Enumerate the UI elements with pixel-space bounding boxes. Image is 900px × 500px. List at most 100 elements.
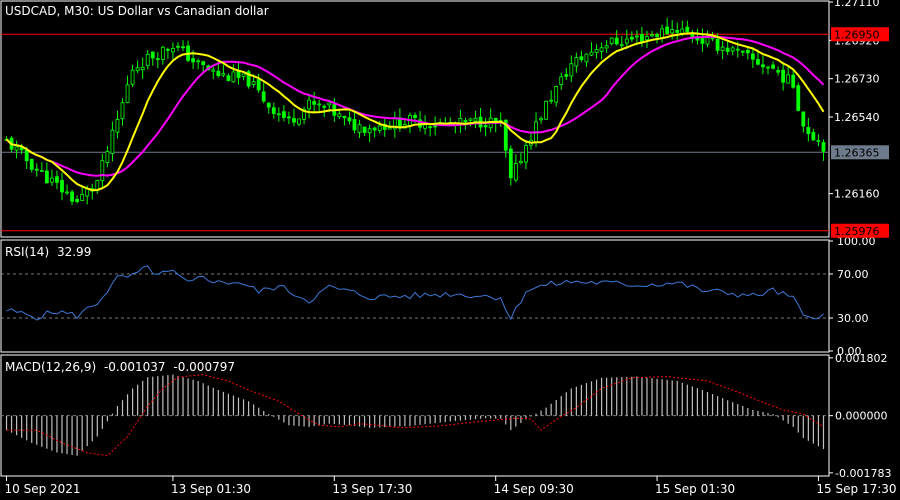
rsi-layer: 100.0070.0030.000.00 <box>1 235 876 358</box>
candle-body <box>508 148 513 179</box>
price-axis-layer: 1.271101.269201.267301.265401.261601.269… <box>829 0 889 238</box>
candles-layer <box>4 17 826 206</box>
candle-body <box>463 120 468 123</box>
candle-body <box>55 176 59 183</box>
time-tick-label: 15 Sep 01:30 <box>655 482 735 496</box>
candle-body <box>781 69 786 83</box>
rsi-panel-frame <box>0 239 830 353</box>
candle-body <box>811 131 816 141</box>
candle-body <box>115 119 120 133</box>
candle-body <box>287 116 291 119</box>
macd-tick-label: 0.001802 <box>835 352 888 365</box>
candle-body <box>39 170 44 173</box>
candle-body <box>821 142 826 152</box>
main-price-grid <box>1 33 829 232</box>
candle-body <box>387 127 392 130</box>
candle-body <box>50 177 54 183</box>
candle-body <box>599 47 604 52</box>
candle-body <box>715 38 720 51</box>
candle-body <box>725 47 730 52</box>
candle-body <box>181 46 185 49</box>
candle-body <box>574 57 579 67</box>
candle-body <box>44 170 49 184</box>
candle-body <box>564 74 569 77</box>
candle-body <box>65 191 69 194</box>
candle-body <box>428 126 433 129</box>
time-tick-label: 15 Sep 17:30 <box>816 482 896 496</box>
candle-body <box>554 86 559 103</box>
rsi-title: RSI(14) 32.99 <box>5 245 91 259</box>
trading-chart-window: 100.00 70.00 30.00 0.00 0.001802 0.000000 -0.… <box>0 0 900 500</box>
candle-body <box>155 58 160 60</box>
candle-body <box>735 48 740 51</box>
candle-body <box>745 49 750 54</box>
candle-body <box>423 124 427 129</box>
candle-body <box>624 38 629 44</box>
candle-body <box>549 99 554 102</box>
candle-body <box>196 60 201 63</box>
candle-body <box>801 111 806 127</box>
level-badge-label: 1.26950 <box>834 28 880 41</box>
candle-body <box>327 102 332 106</box>
candle-body <box>29 158 34 170</box>
time-tick-label: 13 Sep 17:30 <box>332 482 412 496</box>
current-price-label: 1.26365 <box>834 146 880 159</box>
candle-body <box>14 146 19 151</box>
candle-body <box>80 194 85 201</box>
candle-body <box>604 45 609 49</box>
candle-body <box>579 56 584 61</box>
rsi-value: 32.99 <box>57 245 91 259</box>
candle-body <box>584 53 589 63</box>
candle-body <box>372 127 377 131</box>
candle-body <box>594 49 599 53</box>
candle-body <box>75 198 80 203</box>
candle-body <box>750 53 755 60</box>
candle-body <box>559 76 564 85</box>
candle-body <box>150 51 155 59</box>
candle-body <box>544 100 549 120</box>
candle-body <box>806 127 811 134</box>
candle-body <box>165 48 170 51</box>
time-tick-label: 10 Sep 2021 <box>5 482 81 496</box>
candle-body <box>776 70 780 73</box>
chart-title: USDCAD, M30: US Dollar vs Canadian dolla… <box>5 4 269 18</box>
candle-body <box>60 180 64 193</box>
candle-body <box>761 64 765 68</box>
candle-body <box>70 191 74 202</box>
candle-body <box>377 125 382 131</box>
candle-body <box>675 29 680 33</box>
candle-body <box>85 188 90 197</box>
candle-body <box>816 140 821 142</box>
macd-title: MACD(12,26,9) -0.001037 -0.000797 <box>5 360 235 374</box>
candle-body <box>236 71 241 79</box>
candle-body <box>256 79 261 91</box>
candle-body <box>665 26 670 35</box>
chart-canvas[interactable]: 100.0070.0030.000.00 0.0018020.000000-0.… <box>0 0 900 500</box>
candle-body <box>171 48 175 53</box>
time-axis-layer: 10 Sep 2021 13 Sep 01:30 13 Sep 17:30 14 Se… <box>5 476 897 496</box>
candle-body <box>120 102 125 120</box>
candle-body <box>629 36 634 40</box>
candle-body <box>589 51 594 56</box>
price-tick-label: 1.27110 <box>834 0 880 9</box>
candle-body <box>261 91 266 102</box>
candle-body <box>322 105 327 108</box>
candle-body <box>766 66 770 69</box>
rsi-indicator-name: RSI(14) <box>5 245 49 259</box>
candle-body <box>791 74 796 88</box>
candle-body <box>191 58 196 63</box>
candle-body <box>700 38 705 44</box>
candle-body <box>271 107 276 114</box>
rsi-tick-label: 70.00 <box>837 268 869 281</box>
price-tick-label: 1.26730 <box>834 73 880 86</box>
candle-body <box>281 111 286 118</box>
candle-body <box>473 117 478 122</box>
candle-body <box>347 117 352 122</box>
ma-slow-line <box>5 35 825 177</box>
candle-body <box>125 84 130 103</box>
moving-average-layer <box>5 32 825 192</box>
candle-body <box>241 73 246 77</box>
price-tick-label: 1.26160 <box>834 188 880 201</box>
candle-body <box>786 74 791 84</box>
candle-body <box>650 34 654 37</box>
